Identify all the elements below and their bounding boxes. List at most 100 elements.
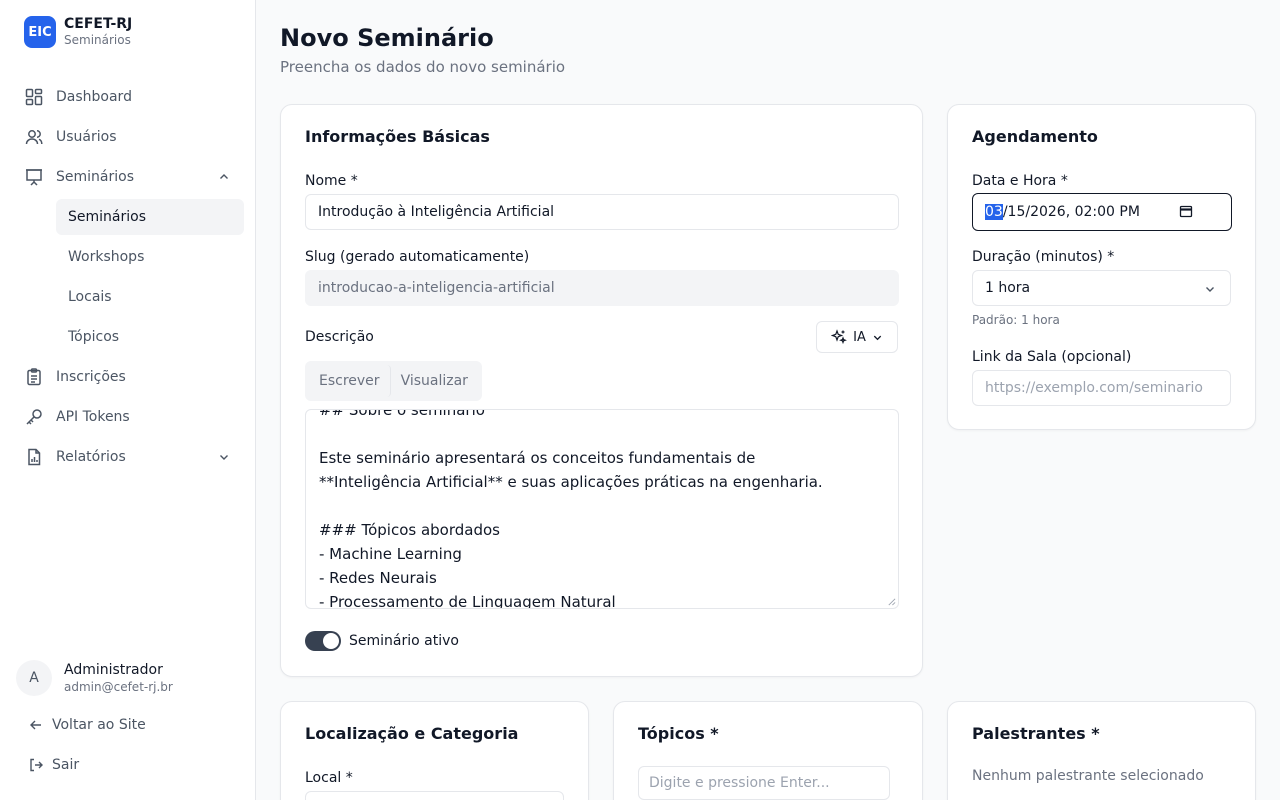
topics-card: Tópicos * Digite e pressione Enter...	[613, 701, 923, 800]
tab-escrever[interactable]: Escrever	[309, 365, 391, 397]
description-line: - Processamento de Linguagem Natural	[319, 593, 616, 609]
back-to-site-link[interactable]: Voltar ao Site	[28, 717, 146, 733]
sidebar-subitem-label: Locais	[68, 289, 112, 305]
slug-label: Slug (gerado automaticamente)	[305, 249, 530, 265]
name-input[interactable]: Introdução à Inteligência Artificial	[305, 194, 899, 230]
topics-input[interactable]: Digite e pressione Enter...	[638, 766, 890, 800]
speakers-empty-text: Nenhum palestrante selecionado	[972, 768, 1204, 784]
sidebar-item-label: Dashboard	[56, 89, 132, 105]
active-toggle-label: Seminário ativo	[349, 633, 459, 649]
basic-info-title: Informações Básicas	[305, 127, 490, 146]
clipboard-icon	[24, 367, 44, 387]
brand-name: CEFET-RJ	[64, 16, 133, 32]
duration-label: Duração (minutos) *	[972, 249, 1115, 265]
active-toggle[interactable]	[305, 631, 341, 651]
datetime-input[interactable]: 03/15/2026, 02:00 PM	[972, 193, 1232, 231]
datetime-month-segment: 03	[985, 204, 1003, 220]
description-label: Descrição	[305, 329, 374, 345]
key-icon	[24, 407, 44, 427]
description-line	[319, 494, 823, 518]
resize-handle-icon[interactable]	[887, 597, 896, 606]
active-toggle-row: Seminário ativo	[305, 631, 459, 651]
sparkles-icon	[831, 329, 848, 345]
sidebar-item-seminarios[interactable]: Seminários	[12, 159, 244, 195]
brand-subtitle: Seminários	[64, 33, 131, 47]
datetime-label: Data e Hora *	[972, 173, 1068, 189]
ia-button-label: IA	[853, 329, 866, 345]
speakers-card: Palestrantes * Nenhum palestrante seleci…	[947, 701, 1256, 800]
description-line: - Machine Learning	[319, 545, 462, 563]
slug-input[interactable]: introducao-a-inteligencia-artificial	[305, 270, 899, 306]
duration-select[interactable]: 1 hora	[972, 270, 1231, 306]
logout-icon	[30, 758, 43, 772]
toggle-knob	[323, 633, 339, 649]
sidebar: EIC CEFET-RJ Seminários Dashboard Usuári…	[0, 0, 256, 800]
sidebar-subitem-workshops[interactable]: Workshops	[56, 239, 244, 275]
sidebar-item-dashboard[interactable]: Dashboard	[12, 79, 244, 115]
sidebar-item-label: API Tokens	[56, 409, 130, 425]
brand[interactable]: EIC CEFET-RJ Seminários	[24, 16, 132, 48]
sidebar-item-label: Inscrições	[56, 369, 126, 385]
name-label: Nome *	[305, 173, 358, 189]
sidebar-subitem-locais[interactable]: Locais	[56, 279, 244, 315]
sidebar-item-label: Usuários	[56, 129, 117, 145]
description-line: - Redes Neurais	[319, 569, 437, 587]
topics-title: Tópicos *	[638, 724, 719, 743]
sidebar-item-inscricoes[interactable]: Inscrições	[12, 359, 244, 395]
logout-link[interactable]: Sair	[28, 757, 79, 773]
users-icon	[24, 127, 44, 147]
sidebar-subitem-label: Seminários	[68, 209, 146, 225]
sidebar-subitem-label: Workshops	[68, 249, 145, 265]
calendar-icon[interactable]	[1179, 204, 1193, 218]
presentation-icon	[24, 167, 44, 187]
arrow-left-icon	[30, 720, 41, 730]
sidebar-nav: Dashboard Usuários Seminários Seminários…	[12, 79, 244, 479]
description-line: ### Tópicos abordados	[319, 521, 500, 539]
back-to-site-label: Voltar ao Site	[52, 717, 146, 733]
room-link-input[interactable]: https://exemplo.com/seminario	[972, 370, 1231, 406]
user-email: admin@cefet-rj.br	[64, 680, 173, 694]
user-name: Administrador	[64, 662, 163, 678]
sidebar-item-label: Seminários	[56, 169, 134, 185]
local-select[interactable]	[305, 791, 564, 800]
sidebar-subitem-seminarios[interactable]: Seminários	[56, 199, 244, 235]
chevron-up-icon	[220, 174, 228, 179]
ia-assist-button[interactable]: IA	[816, 321, 898, 353]
location-title: Localização e Categoria	[305, 724, 519, 743]
sidebar-item-relatorios[interactable]: Relatórios	[12, 439, 244, 475]
logout-label: Sair	[52, 757, 80, 773]
description-line: Este seminário apresentará os conceitos …	[319, 449, 756, 467]
room-link-label: Link da Sala (opcional)	[972, 349, 1132, 365]
tab-visualizar[interactable]: Visualizar	[391, 365, 478, 397]
page-title: Novo Seminário	[280, 24, 494, 52]
chevron-down-icon	[220, 455, 228, 460]
datetime-rest: /15/2026, 02:00 PM	[1002, 204, 1140, 220]
description-textarea[interactable]: ## Sobre o seminário Este seminário apre…	[305, 409, 899, 609]
scheduling-title: Agendamento	[972, 127, 1098, 146]
chevron-down-icon	[1206, 287, 1214, 292]
description-line: ## Sobre o seminário	[319, 409, 485, 419]
duration-hint: Padrão: 1 hora	[972, 313, 1060, 327]
sidebar-item-api-tokens[interactable]: API Tokens	[12, 399, 244, 435]
description-line: **Inteligência Artificial** e suas aplic…	[319, 473, 823, 491]
local-label: Local *	[305, 770, 353, 786]
sidebar-item-usuarios[interactable]: Usuários	[12, 119, 244, 155]
report-icon	[24, 447, 44, 467]
sidebar-subitem-label: Tópicos	[68, 329, 120, 345]
chevron-down-icon	[873, 335, 882, 340]
sidebar-subitem-topicos[interactable]: Tópicos	[56, 319, 244, 355]
sidebar-item-label: Relatórios	[56, 449, 126, 465]
avatar: A	[16, 660, 52, 696]
brand-logo: EIC	[24, 16, 56, 48]
duration-value: 1 hora	[985, 280, 1031, 296]
editor-tabs: Escrever Visualizar	[305, 361, 482, 401]
description-line	[319, 422, 823, 446]
location-card: Localização e Categoria Local *	[280, 701, 589, 800]
user-profile[interactable]: A Administrador admin@cefet-rj.br	[16, 660, 173, 696]
page-subtitle: Preencha os dados do novo seminário	[280, 58, 566, 76]
scheduling-card: Agendamento Data e Hora * 03/15/2026, 02…	[947, 104, 1256, 430]
description-content: ## Sobre o seminário Este seminário apre…	[319, 409, 823, 609]
dashboard-icon	[24, 87, 44, 107]
basic-info-card: Informações Básicas Nome * Introdução à …	[280, 104, 923, 677]
speakers-title: Palestrantes *	[972, 724, 1100, 743]
